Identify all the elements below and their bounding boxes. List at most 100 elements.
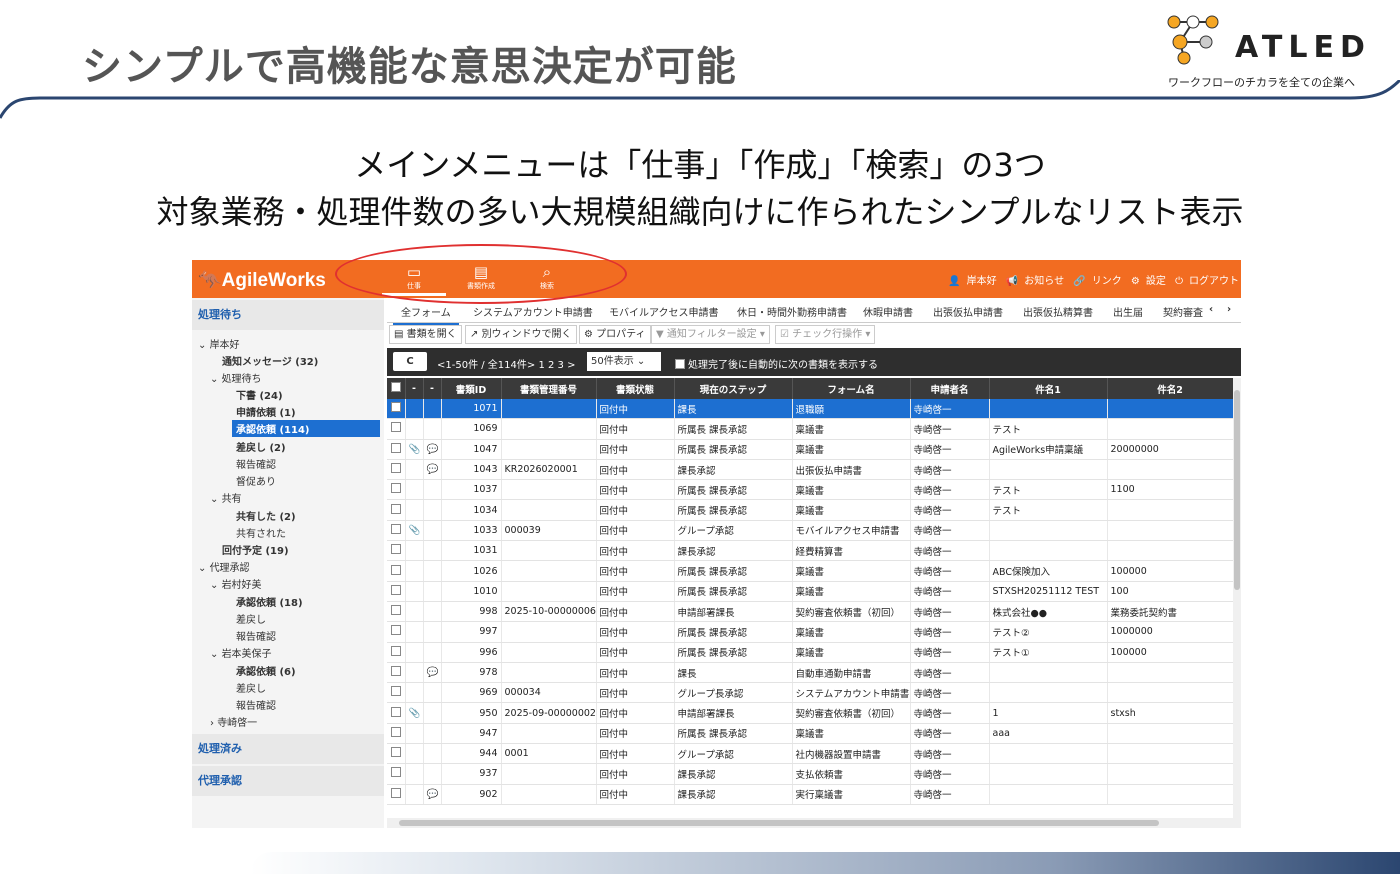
checkbox[interactable]: [390, 442, 401, 453]
properties-button[interactable]: ⚙ プロパティ: [579, 325, 651, 344]
checkbox[interactable]: [390, 564, 401, 575]
checkbox[interactable]: [390, 666, 401, 676]
column-header[interactable]: フォーム名: [792, 378, 911, 399]
row-checkbox-cell[interactable]: [387, 662, 406, 684]
row-checkbox-cell[interactable]: [387, 682, 406, 704]
checkbox[interactable]: [390, 706, 401, 717]
table-row[interactable]: 937 回付中 課長承認 支払依頼書 寺崎啓一: [387, 763, 1234, 785]
tree-node[interactable]: 通知メッセージ (32): [222, 353, 318, 368]
tree-node[interactable]: 承認依頼 (6): [236, 663, 296, 678]
table-row[interactable]: 1037 回付中 所属長 課長承認 稟議書 寺崎啓一 テスト 1100: [387, 479, 1234, 501]
checkbox[interactable]: [390, 422, 401, 433]
table-row[interactable]: 944 0001 回付中 グループ承認 社内機器設置申請書 寺崎啓一: [387, 743, 1234, 765]
horizontal-scrollbar[interactable]: [387, 818, 1241, 828]
tree-node-proxy[interactable]: ⌄ 代理承認: [198, 559, 250, 574]
table-row[interactable]: 1069 回付中 所属長 課長承認 稟議書 寺崎啓一 テスト: [387, 418, 1234, 440]
form-tab[interactable]: 出張仮払精算書: [1023, 304, 1093, 319]
tree-node-shared[interactable]: ⌄ 共有: [210, 490, 242, 505]
row-checkbox-cell[interactable]: [387, 459, 406, 481]
form-tab[interactable]: 休暇申請書: [863, 304, 913, 319]
table-row[interactable]: 996 回付中 所属長 課長承認 稟議書 寺崎啓一 テスト① 100000: [387, 642, 1234, 663]
tree-node[interactable]: 承認依頼 (18): [236, 594, 303, 609]
logout-link[interactable]: ⏻ ログアウト: [1175, 276, 1239, 287]
column-header[interactable]: 申請者名: [910, 378, 990, 399]
form-tab[interactable]: 出生届: [1113, 304, 1143, 319]
table-row[interactable]: 1010 回付中 所属長 課長承認 稟議書 寺崎啓一 STXSH20251112 TEST…: [387, 581, 1234, 602]
scroll-thumb[interactable]: [1234, 390, 1240, 590]
row-checkbox-cell[interactable]: [387, 540, 406, 562]
table-row[interactable]: 1071 回付中 課長 退職願 寺崎啓一: [387, 399, 1234, 420]
settings-link[interactable]: ⚙ 設定: [1131, 276, 1166, 287]
row-checkbox-cell[interactable]: [387, 743, 406, 765]
checkbox[interactable]: [390, 747, 401, 758]
link-link[interactable]: 🔗 リンク: [1073, 276, 1121, 287]
checkbox[interactable]: [390, 503, 401, 514]
row-checkbox-cell[interactable]: [387, 621, 406, 643]
pager-pages[interactable]: 1 2 3 >: [538, 360, 575, 371]
sidebar-section-pending[interactable]: 処理待ち: [192, 300, 384, 330]
tab-prev-icon[interactable]: ‹: [1209, 304, 1213, 315]
checkbox[interactable]: [390, 625, 401, 636]
table-row[interactable]: 1034 回付中 所属長 課長承認 稟議書 寺崎啓一 テスト: [387, 499, 1234, 521]
tree-node[interactable]: 督促あり: [236, 473, 276, 488]
checkbox[interactable]: [390, 544, 401, 555]
checkbox[interactable]: [390, 686, 401, 697]
brand-logo[interactable]: 🦘AgileWorks: [198, 268, 326, 292]
tree-node[interactable]: 下書 (24): [236, 387, 283, 402]
checkbox[interactable]: [390, 463, 401, 474]
tree-node-user[interactable]: ⌄ 岸本好: [198, 336, 240, 351]
open-document-button[interactable]: ▤ 書類を開く: [389, 325, 462, 344]
row-checkbox-cell[interactable]: [387, 520, 406, 542]
scroll-thumb[interactable]: [399, 820, 1159, 826]
table-row[interactable]: 📎 1033 000039 回付中 グループ承認 モバイルアクセス申請書 寺崎啓一: [387, 520, 1234, 542]
tree-node[interactable]: 回付予定 (19): [222, 542, 289, 557]
table-row[interactable]: 998 2025-10-00000006 回付中 申請部署課長 契約審査依頼書（初回）寺…: [387, 601, 1234, 623]
check-row-button[interactable]: ☑ チェック行操作 ▾: [775, 325, 876, 344]
row-checkbox-cell[interactable]: [387, 702, 406, 724]
row-checkbox-cell[interactable]: [387, 418, 406, 440]
row-checkbox-cell[interactable]: [387, 723, 406, 745]
user-link[interactable]: 👤 岸本好: [948, 276, 996, 287]
checkbox[interactable]: [390, 726, 401, 737]
table-row[interactable]: 💬 902 回付中 課長承認 実行稟議書 寺崎啓一: [387, 784, 1234, 805]
checkbox[interactable]: [390, 787, 401, 798]
vertical-scrollbar[interactable]: [1233, 378, 1241, 828]
filter-settings-button[interactable]: ▼ 通知フィルター設定 ▾: [651, 325, 770, 344]
column-header[interactable]: -: [405, 378, 424, 399]
table-row[interactable]: 💬 978 回付中 課長 自動車通勤申請書 寺崎啓一: [387, 662, 1234, 684]
auto-next-checkbox[interactable]: 処理完了後に自動的に次の書類を表示する: [675, 356, 878, 371]
row-checkbox-cell[interactable]: [387, 763, 406, 785]
tree-node-person[interactable]: ⌄ 岩本美保子: [210, 645, 272, 660]
row-checkbox-cell[interactable]: [387, 479, 406, 501]
column-header[interactable]: -: [423, 378, 442, 399]
tree-node[interactable]: 差戻し (2): [236, 439, 286, 454]
row-checkbox-cell[interactable]: [387, 581, 406, 602]
form-tab[interactable]: 出張仮払申請書: [933, 304, 1003, 319]
table-row[interactable]: 969 000034 回付中 グループ長承認 システムアカウント申請書 寺崎啓一: [387, 682, 1234, 704]
checkbox[interactable]: [675, 359, 685, 369]
form-tab[interactable]: 契約審査: [1163, 304, 1203, 319]
table-row[interactable]: 📎 950 2025-09-00000002 回付中 申請部署課長 契約審査依頼書（初回）…: [387, 702, 1234, 724]
notice-link[interactable]: 📢 お知らせ: [1006, 276, 1064, 287]
checkbox[interactable]: [390, 483, 401, 494]
column-header[interactable]: 書類状態: [596, 378, 675, 399]
checkbox[interactable]: [390, 584, 401, 595]
form-tab[interactable]: 全フォーム: [393, 304, 459, 325]
row-checkbox-cell[interactable]: [387, 601, 406, 623]
tree-node[interactable]: 共有された: [236, 525, 286, 540]
table-row[interactable]: 1031 回付中 課長承認 経費精算書 寺崎啓一: [387, 540, 1234, 562]
sidebar-section-proxy[interactable]: 代理承認: [192, 766, 384, 796]
tree-node-person[interactable]: ⌄ 岩村好美: [210, 576, 262, 591]
row-checkbox-cell[interactable]: [387, 784, 406, 805]
checkbox[interactable]: [390, 645, 401, 656]
tree-node[interactable]: 申請依頼 (1): [236, 404, 296, 419]
table-row[interactable]: 947 回付中 所属長 課長承認 稟議書 寺崎啓一 aaa: [387, 723, 1234, 745]
row-checkbox-cell[interactable]: [387, 399, 406, 420]
table-row[interactable]: 1026 回付中 所属長 課長承認 稟議書 寺崎啓一 ABC保険加入 100000: [387, 560, 1234, 582]
tree-node[interactable]: 差戻し: [236, 680, 266, 695]
form-tab[interactable]: システムアカウント申請書: [473, 304, 593, 319]
tree-node[interactable]: 報告確認: [236, 697, 276, 712]
column-header[interactable]: 件名1: [989, 378, 1108, 399]
column-header[interactable]: 件名2: [1107, 378, 1234, 399]
new-window-button[interactable]: ↗ 別ウィンドウで開く: [465, 325, 577, 344]
